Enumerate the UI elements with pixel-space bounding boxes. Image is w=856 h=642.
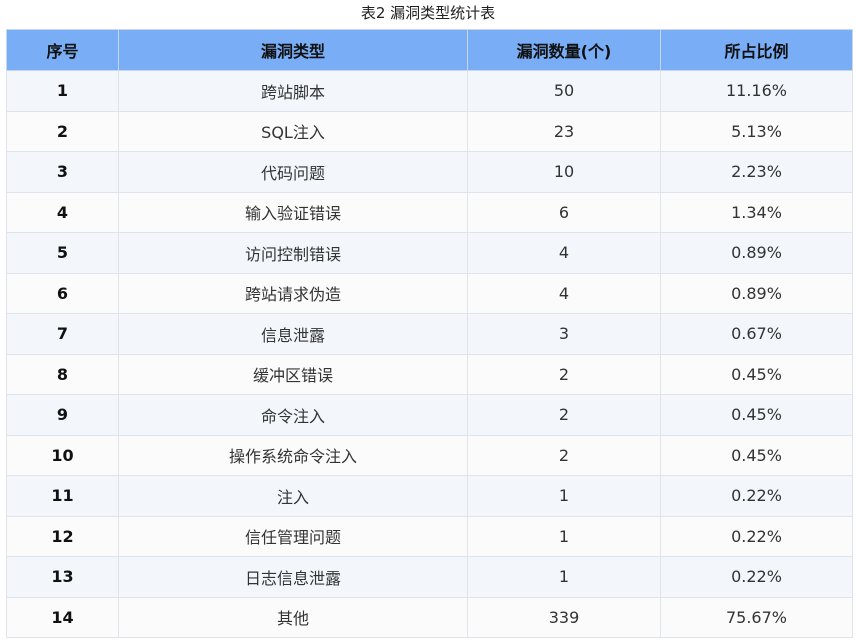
cell-vuln-type: 代码问题: [118, 151, 468, 193]
cell-percentage: 2.23%: [660, 151, 853, 193]
cell-index: 9: [6, 394, 119, 436]
table-row: 6 跨站请求伪造 4 0.89%: [6, 272, 853, 314]
cell-index: 2: [6, 110, 119, 152]
cell-percentage: 0.45%: [660, 394, 853, 436]
cell-vuln-count: 4: [467, 232, 661, 274]
cell-vuln-type: 日志信息泄露: [118, 556, 468, 598]
cell-percentage: 0.45%: [660, 434, 853, 476]
cell-index: 14: [6, 596, 119, 638]
header-vuln-type: 漏洞类型: [118, 29, 468, 71]
cell-percentage: 5.13%: [660, 110, 853, 152]
cell-vuln-type: 信任管理问题: [118, 515, 468, 557]
table-row: 2 SQL注入 23 5.13%: [6, 110, 853, 152]
table-row: 9 命令注入 2 0.45%: [6, 394, 853, 436]
cell-vuln-count: 1: [467, 556, 661, 598]
cell-index: 6: [6, 272, 119, 314]
cell-vuln-count: 2: [467, 353, 661, 395]
cell-percentage: 0.45%: [660, 353, 853, 395]
cell-percentage: 0.22%: [660, 556, 853, 598]
cell-vuln-count: 10: [467, 151, 661, 193]
cell-vuln-count: 1: [467, 475, 661, 517]
header-percentage: 所占比例: [660, 29, 853, 71]
cell-vuln-type: 跨站请求伪造: [118, 272, 468, 314]
cell-vuln-type: 输入验证错误: [118, 191, 468, 233]
cell-percentage: 0.89%: [660, 232, 853, 274]
cell-vuln-type: 操作系统命令注入: [118, 434, 468, 476]
cell-percentage: 0.89%: [660, 272, 853, 314]
cell-index: 8: [6, 353, 119, 395]
table-body: 1 跨站脚本 50 11.16% 2 SQL注入 23 5.13% 3 代码问题 10 2.23% 4 输…: [6, 70, 853, 638]
table-row: 4 输入验证错误 6 1.34%: [6, 191, 853, 233]
cell-vuln-count: 2: [467, 434, 661, 476]
cell-percentage: 1.34%: [660, 191, 853, 233]
cell-percentage: 0.22%: [660, 515, 853, 557]
cell-percentage: 0.67%: [660, 313, 853, 355]
cell-percentage: 0.22%: [660, 475, 853, 517]
table-row: 3 代码问题 10 2.23%: [6, 151, 853, 193]
cell-index: 12: [6, 515, 119, 557]
vulnerability-stats-table: 序号 漏洞类型 漏洞数量(个) 所占比例 1 跨站脚本 50 11.16% 2 SQL注入…: [6, 29, 853, 638]
cell-vuln-type: 注入: [118, 475, 468, 517]
cell-vuln-type: 信息泄露: [118, 313, 468, 355]
cell-index: 7: [6, 313, 119, 355]
cell-vuln-type: 跨站脚本: [118, 70, 468, 112]
cell-vuln-type: 其他: [118, 596, 468, 638]
cell-index: 11: [6, 475, 119, 517]
table-row: 13 日志信息泄露 1 0.22%: [6, 556, 853, 598]
cell-index: 4: [6, 191, 119, 233]
cell-percentage: 11.16%: [660, 70, 853, 112]
header-vuln-count: 漏洞数量(个): [467, 29, 661, 71]
cell-index: 1: [6, 70, 119, 112]
cell-vuln-type: SQL注入: [118, 110, 468, 152]
cell-vuln-count: 1: [467, 515, 661, 557]
cell-vuln-type: 缓冲区错误: [118, 353, 468, 395]
table-row: 7 信息泄露 3 0.67%: [6, 313, 853, 355]
cell-vuln-type: 访问控制错误: [118, 232, 468, 274]
cell-index: 10: [6, 434, 119, 476]
table-row: 1 跨站脚本 50 11.16%: [6, 70, 853, 112]
table-row: 12 信任管理问题 1 0.22%: [6, 515, 853, 557]
cell-vuln-count: 4: [467, 272, 661, 314]
cell-index: 5: [6, 232, 119, 274]
table-row: 8 缓冲区错误 2 0.45%: [6, 353, 853, 395]
table-row: 5 访问控制错误 4 0.89%: [6, 232, 853, 274]
table-row: 10 操作系统命令注入 2 0.45%: [6, 434, 853, 476]
cell-vuln-count: 339: [467, 596, 661, 638]
cell-index: 13: [6, 556, 119, 598]
cell-vuln-count: 23: [467, 110, 661, 152]
cell-vuln-count: 2: [467, 394, 661, 436]
cell-vuln-count: 6: [467, 191, 661, 233]
table-row: 11 注入 1 0.22%: [6, 475, 853, 517]
table-row: 14 其他 339 75.67%: [6, 596, 853, 638]
table-header-row: 序号 漏洞类型 漏洞数量(个) 所占比例: [6, 29, 853, 71]
cell-vuln-count: 3: [467, 313, 661, 355]
cell-vuln-type: 命令注入: [118, 394, 468, 436]
cell-index: 3: [6, 151, 119, 193]
cell-vuln-count: 50: [467, 70, 661, 112]
table-caption: 表2 漏洞类型统计表: [360, 4, 496, 22]
header-index: 序号: [6, 29, 119, 71]
cell-percentage: 75.67%: [660, 596, 853, 638]
